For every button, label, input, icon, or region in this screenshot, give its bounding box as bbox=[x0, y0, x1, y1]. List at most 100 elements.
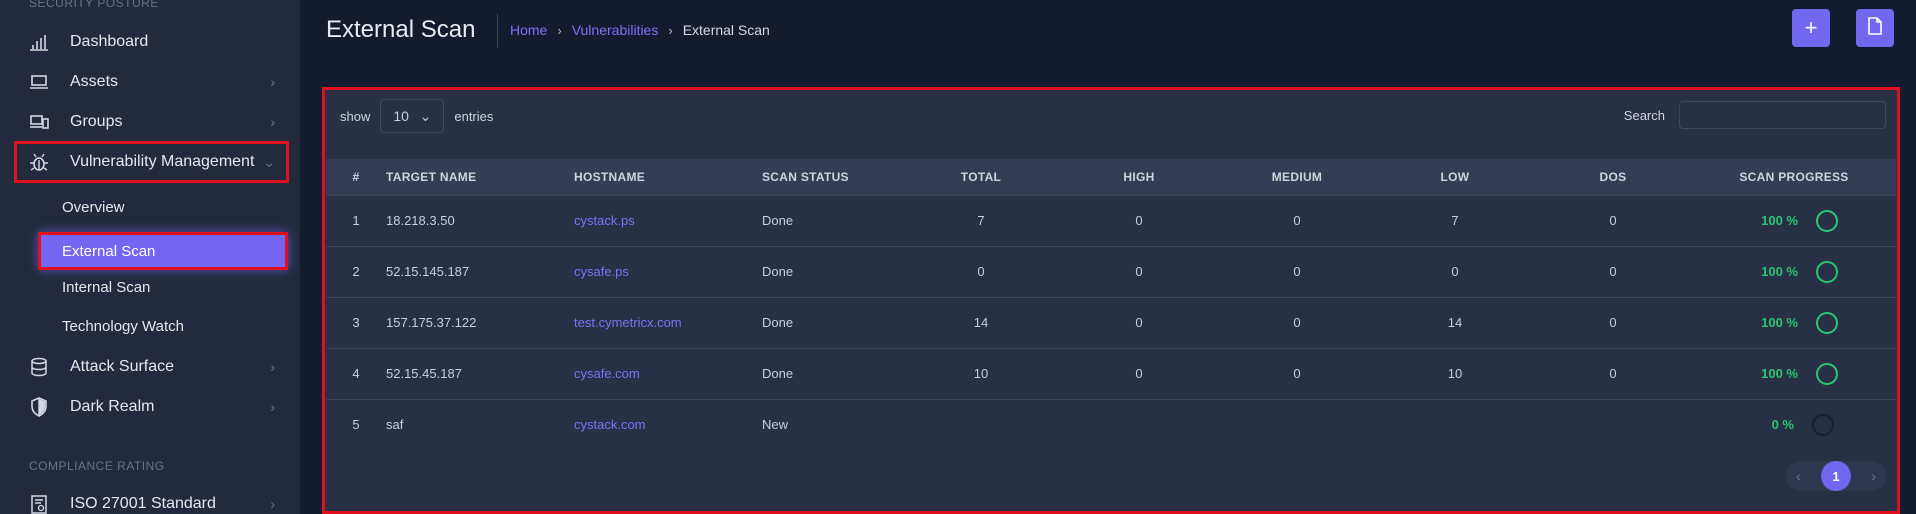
shield-icon bbox=[28, 396, 50, 418]
progress-percent: 100 % bbox=[1761, 366, 1798, 381]
total-count: 10 bbox=[902, 347, 1060, 399]
sidebar-item-label: Dashboard bbox=[70, 33, 149, 50]
column-header[interactable]: SCAN PROGRESS bbox=[1692, 159, 1896, 195]
sidebar-item-label: Attack Surface bbox=[70, 358, 175, 375]
column-header[interactable]: # bbox=[326, 159, 386, 195]
entries-label: entries bbox=[454, 108, 494, 124]
page-title: External Scan bbox=[326, 16, 476, 43]
breadcrumb-home[interactable]: Home bbox=[510, 22, 547, 38]
column-header[interactable]: HOSTNAME bbox=[574, 159, 762, 195]
row-index: 2 bbox=[326, 245, 386, 297]
show-label: show bbox=[340, 108, 371, 124]
dos-count: 0 bbox=[1534, 296, 1692, 348]
progress-percent: 100 % bbox=[1761, 213, 1798, 228]
sidebar-subitem-external-scan[interactable]: External Scan bbox=[38, 232, 288, 270]
sidebar-item-dark-realm[interactable]: Dark Realm › bbox=[14, 387, 289, 427]
low-count: 0 bbox=[1376, 245, 1534, 297]
chevron-right-icon: › bbox=[668, 22, 673, 38]
table-row: 3 157.175.37.122 test.cymetricx.com Done… bbox=[326, 296, 1896, 348]
column-header[interactable]: TOTAL bbox=[902, 159, 1060, 195]
progress-percent: 100 % bbox=[1761, 264, 1798, 279]
scan-status: Done bbox=[762, 194, 902, 246]
entries-value: 10 bbox=[393, 108, 409, 124]
certificate-icon bbox=[28, 493, 50, 514]
sidebar-item-iso-27001[interactable]: ISO 27001 Standard › bbox=[14, 484, 289, 514]
medium-count: 0 bbox=[1218, 194, 1376, 246]
table-row: 5 saf cystack.com New 0 % bbox=[326, 398, 1896, 450]
scan-progress: 0 % bbox=[1692, 398, 1896, 450]
report-button[interactable] bbox=[1856, 9, 1894, 47]
hostname-link[interactable]: cysafe.com bbox=[574, 347, 762, 399]
sidebar-subitem-internal-scan[interactable]: Internal Scan bbox=[62, 279, 150, 296]
total-count: 0 bbox=[902, 245, 1060, 297]
next-page-button[interactable]: › bbox=[1871, 468, 1876, 484]
target-name: 157.175.37.122 bbox=[386, 296, 574, 348]
chevron-right-icon: › bbox=[270, 496, 275, 512]
sidebar-subitem-technology-watch[interactable]: Technology Watch bbox=[62, 318, 184, 335]
entries-select[interactable]: 10 ⌄ bbox=[380, 99, 445, 133]
sidebar-item-vulnerability-management[interactable]: Vulnerability Management ⌄ bbox=[14, 141, 289, 183]
high-count: 0 bbox=[1060, 245, 1218, 297]
medium-count bbox=[1218, 398, 1376, 450]
chevron-right-icon: › bbox=[270, 399, 275, 415]
row-index: 4 bbox=[326, 347, 386, 399]
sidebar-item-label: ISO 27001 Standard bbox=[70, 495, 216, 512]
sidebar-item-dashboard[interactable]: Dashboard bbox=[14, 22, 289, 62]
chevron-right-icon: › bbox=[557, 22, 562, 38]
table-row: 4 52.15.45.187 cysafe.com Done 10 0 0 10… bbox=[326, 347, 1896, 399]
database-icon bbox=[28, 356, 50, 378]
search-control: Search bbox=[1624, 101, 1886, 129]
hostname-link[interactable]: test.cymetricx.com bbox=[574, 296, 762, 348]
sidebar-item-label: Dark Realm bbox=[70, 398, 155, 415]
sidebar-item-attack-surface[interactable]: Attack Surface › bbox=[14, 347, 289, 387]
bug-icon bbox=[28, 151, 50, 173]
progress-ring-icon bbox=[1816, 209, 1838, 232]
breadcrumb-vulnerabilities[interactable]: Vulnerabilities bbox=[572, 22, 659, 38]
total-count: 14 bbox=[902, 296, 1060, 348]
file-icon bbox=[1867, 15, 1883, 41]
section-label-security-posture: SECURITY POSTURE bbox=[29, 0, 159, 10]
column-header[interactable]: DOS bbox=[1534, 159, 1692, 195]
chevron-right-icon: › bbox=[270, 74, 275, 90]
sidebar-item-label: Vulnerability Management bbox=[70, 153, 255, 170]
dos-count: 0 bbox=[1534, 245, 1692, 297]
row-index: 1 bbox=[326, 194, 386, 246]
devices-icon bbox=[28, 111, 50, 133]
chevron-down-icon: ⌄ bbox=[419, 107, 432, 124]
progress-ring-icon bbox=[1816, 311, 1838, 334]
scan-progress: 100 % bbox=[1692, 194, 1896, 246]
entries-control: show 10 ⌄ entries bbox=[340, 99, 493, 133]
table-row: 2 52.15.145.187 cysafe.ps Done 0 0 0 0 0… bbox=[326, 245, 1896, 297]
sidebar-item-groups[interactable]: Groups › bbox=[14, 102, 289, 142]
low-count bbox=[1376, 398, 1534, 450]
sidebar-subitem-overview[interactable]: Overview bbox=[62, 199, 125, 216]
table-row: 1 18.218.3.50 cystack.ps Done 7 0 0 7 0 … bbox=[326, 194, 1896, 246]
chart-icon bbox=[28, 31, 50, 53]
hostname-link[interactable]: cystack.ps bbox=[574, 194, 762, 246]
sidebar: SECURITY POSTURE Dashboard Assets › Grou… bbox=[0, 0, 300, 514]
hostname-link[interactable]: cysafe.ps bbox=[574, 245, 762, 297]
scan-status: New bbox=[762, 398, 902, 450]
laptop-icon bbox=[28, 71, 50, 93]
breadcrumb: Home › Vulnerabilities › External Scan bbox=[510, 22, 770, 38]
scan-table-card: show 10 ⌄ entries Search # TARGET NAME H… bbox=[322, 87, 1900, 514]
add-scan-button[interactable]: + bbox=[1792, 9, 1830, 47]
sidebar-subitem-label: External Scan bbox=[62, 242, 156, 260]
high-count bbox=[1060, 398, 1218, 450]
prev-page-button[interactable]: ‹ bbox=[1796, 468, 1801, 484]
hostname-link[interactable]: cystack.com bbox=[574, 398, 762, 450]
sidebar-item-assets[interactable]: Assets › bbox=[14, 62, 289, 102]
column-header[interactable]: LOW bbox=[1376, 159, 1534, 195]
high-count: 0 bbox=[1060, 194, 1218, 246]
high-count: 0 bbox=[1060, 347, 1218, 399]
column-header[interactable]: MEDIUM bbox=[1218, 159, 1376, 195]
page-1-button[interactable]: 1 bbox=[1821, 461, 1851, 491]
scan-progress: 100 % bbox=[1692, 245, 1896, 297]
progress-ring-icon bbox=[1812, 413, 1834, 436]
column-header[interactable]: SCAN STATUS bbox=[762, 159, 902, 195]
total-count: 7 bbox=[902, 194, 1060, 246]
column-header[interactable]: HIGH bbox=[1060, 159, 1218, 195]
column-header[interactable]: TARGET NAME bbox=[386, 159, 574, 195]
search-input[interactable] bbox=[1679, 101, 1886, 129]
medium-count: 0 bbox=[1218, 245, 1376, 297]
